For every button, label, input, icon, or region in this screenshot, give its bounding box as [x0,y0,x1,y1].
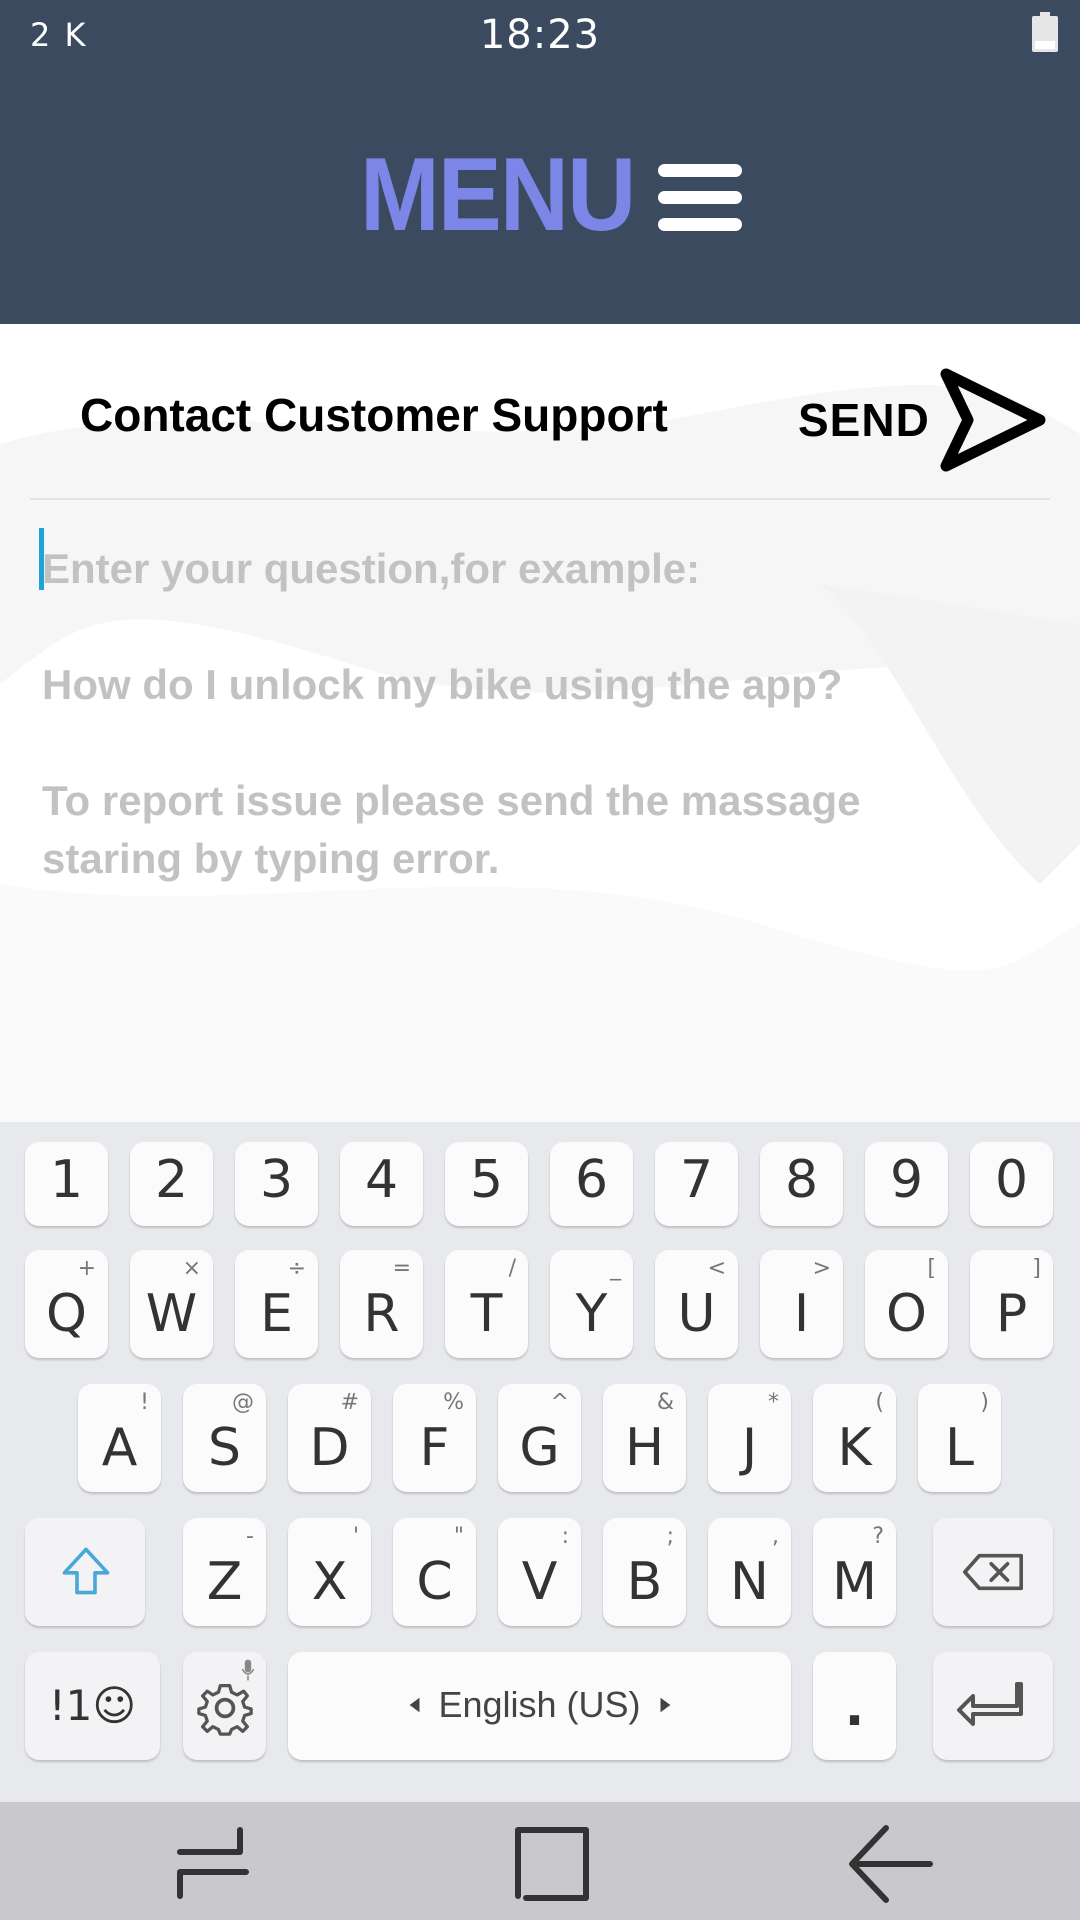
status-bar: 2 K 18:23 [0,0,1080,72]
send-label: SEND [798,394,930,446]
key-4[interactable]: 4 [340,1142,423,1226]
menu-button[interactable]: MENU [360,137,743,253]
language-label: English (US) [438,1684,641,1725]
key-x[interactable]: ' X [288,1518,371,1626]
key-7[interactable]: 7 [655,1142,738,1226]
symbols-key[interactable]: !1☺ [25,1652,160,1760]
gear-icon [197,1683,253,1736]
key-z[interactable]: -Z [183,1518,266,1626]
divider [30,498,1050,500]
key-i[interactable]: > I [760,1250,843,1358]
back-arrow-icon[interactable] [846,1824,936,1904]
key-r[interactable]: = R [340,1250,423,1358]
key-h[interactable]: & H [603,1384,686,1492]
key-5[interactable]: 5 [445,1142,528,1226]
key-m[interactable]: ? M [813,1518,896,1626]
send-button[interactable]: SEND [798,360,1054,480]
key-6[interactable]: 6 [550,1142,633,1226]
settings-key[interactable] [183,1652,266,1760]
key-0[interactable]: 0 [970,1142,1053,1226]
key-n[interactable]: ,N [708,1518,791,1626]
enter-icon [957,1682,1023,1726]
key-y[interactable]: _ Y [550,1250,633,1358]
key-period[interactable]: . [813,1652,896,1760]
question-placeholder: Enter your question,for example: How do … [42,545,861,882]
status-time: 18:23 [479,12,601,58]
backspace-key[interactable] [933,1518,1053,1626]
key-v[interactable]: :V [498,1518,581,1626]
key-u[interactable]: < U [655,1250,738,1358]
key-3[interactable]: 3 [235,1142,318,1226]
system-nav-bar [0,1802,1080,1920]
enter-key[interactable] [933,1652,1053,1760]
shift-key[interactable] [25,1518,145,1626]
menu-label: MENU [360,136,636,253]
key-a[interactable]: ! A [78,1384,161,1492]
page-title: Contact Customer Support [80,389,668,441]
hamburger-icon [658,164,743,234]
backspace-icon [962,1553,1023,1591]
microphone-icon [241,1659,255,1681]
key-9[interactable]: 9 [865,1142,948,1226]
key-c[interactable]: " C [393,1518,476,1626]
key-2[interactable]: 2 [130,1142,213,1226]
key-l[interactable]: ) L [918,1384,1001,1492]
recent-apps-icon[interactable] [168,1824,258,1904]
key-o[interactable]: [O [865,1250,948,1358]
key-1[interactable]: 1 [25,1142,108,1226]
key-s[interactable]: @ S [183,1384,266,1492]
support-panel: Contact Customer Support SEND Enter your… [0,324,1080,1122]
key-k[interactable]: (K [813,1384,896,1492]
app-header: MENU [0,72,1080,324]
key-t[interactable]: / T [445,1250,528,1358]
support-title-row: Contact Customer Support SEND [0,324,1080,500]
key-8[interactable]: 8 [760,1142,843,1226]
chevron-right-icon [660,1697,671,1713]
key-b[interactable]: ; B [603,1518,686,1626]
on-screen-keyboard: 1 2 3 4 5 6 7 8 9 0 + Q × W ÷ E = R / T _ Y < U… [0,1122,1080,1802]
home-icon[interactable] [506,1824,596,1904]
space-bar[interactable]: English (US) [288,1652,791,1760]
shift-arrow-icon [62,1547,110,1595]
key-f[interactable]: % F [393,1384,476,1492]
key-w[interactable]: × W [130,1250,213,1358]
send-arrow-icon [940,368,1046,472]
key-q[interactable]: + Q [25,1250,108,1358]
key-j[interactable]: * J [708,1384,791,1492]
key-d[interactable]: # D [288,1384,371,1492]
question-textarea[interactable]: Enter your question,for example: How do … [30,520,1050,1080]
key-g[interactable]: ^ G [498,1384,581,1492]
key-p[interactable]: ] P [970,1250,1053,1358]
key-e[interactable]: ÷ E [235,1250,318,1358]
battery-icon [1032,12,1058,52]
